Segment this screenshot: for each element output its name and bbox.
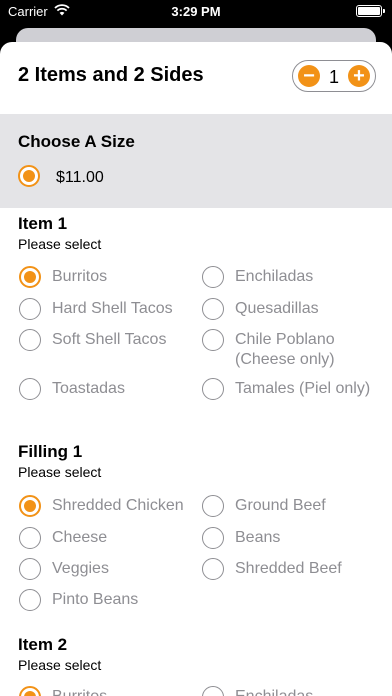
radio-icon[interactable] bbox=[19, 589, 41, 611]
radio-icon[interactable] bbox=[202, 378, 224, 400]
option-label: Quesadillas bbox=[235, 300, 319, 317]
radio-icon[interactable] bbox=[19, 378, 41, 400]
option-label: Hard Shell Tacos bbox=[52, 300, 173, 317]
filling1-title: Filling 1 bbox=[18, 442, 83, 461]
radio-selected-icon[interactable] bbox=[18, 165, 40, 187]
option-label: Tamales (Piel only) bbox=[235, 380, 371, 397]
radio-icon[interactable] bbox=[19, 329, 41, 351]
option-label: Shredded Beef bbox=[235, 560, 342, 577]
radio-icon[interactable] bbox=[202, 558, 224, 580]
radio-icon[interactable] bbox=[202, 266, 224, 288]
increment-button[interactable]: + bbox=[348, 65, 370, 87]
decrement-button[interactable]: − bbox=[298, 65, 320, 87]
radio-icon[interactable] bbox=[202, 298, 224, 320]
option-label: Pinto Beans bbox=[52, 591, 139, 608]
radio-selected-icon[interactable] bbox=[19, 686, 41, 696]
size-section: Choose A Size $11.00 bbox=[0, 114, 392, 208]
clock: 3:29 PM bbox=[171, 4, 221, 19]
item-sheet: 2 Items and 2 Sides − 1 + Choose A Size … bbox=[0, 42, 392, 696]
option-label: Burritos bbox=[52, 268, 108, 285]
option-label: Toastadas bbox=[52, 380, 125, 397]
radio-icon[interactable] bbox=[202, 495, 224, 517]
option-label: Veggies bbox=[52, 560, 109, 577]
option-label: Enchiladas bbox=[235, 687, 375, 696]
status-bar: Carrier 3:29 PM bbox=[0, 0, 392, 28]
option-label: Soft Shell Tacos bbox=[52, 331, 167, 348]
item2-title: Item 2 bbox=[18, 635, 68, 654]
item2-subtitle: Please select bbox=[18, 657, 102, 673]
radio-icon[interactable] bbox=[19, 558, 41, 580]
option-label: Enchiladas bbox=[235, 268, 314, 285]
option-label: Shredded Chicken bbox=[52, 497, 184, 514]
option-label: Cheese bbox=[52, 529, 108, 546]
option-label: Ground Beef bbox=[235, 497, 326, 514]
option-label: Burritos bbox=[52, 687, 192, 696]
item1-title: Item 1 bbox=[18, 214, 68, 233]
size-title: Choose A Size bbox=[18, 132, 135, 151]
battery-icon bbox=[356, 5, 385, 17]
radio-icon[interactable] bbox=[202, 329, 224, 351]
item1-subtitle: Please select bbox=[18, 236, 102, 252]
page-title: 2 Items and 2 Sides bbox=[18, 64, 204, 86]
quantity-stepper: − 1 + bbox=[292, 60, 376, 92]
radio-icon[interactable] bbox=[202, 686, 224, 696]
sheet-header: 2 Items and 2 Sides − 1 + bbox=[0, 42, 392, 114]
radio-selected-icon[interactable] bbox=[19, 266, 41, 288]
radio-icon[interactable] bbox=[19, 298, 41, 320]
size-price: $11.00 bbox=[56, 169, 104, 186]
radio-icon[interactable] bbox=[202, 527, 224, 549]
option-label: Chile Poblano (Cheese only) bbox=[235, 331, 335, 368]
radio-selected-icon[interactable] bbox=[19, 495, 41, 517]
radio-icon[interactable] bbox=[19, 527, 41, 549]
quantity-value: 1 bbox=[328, 67, 339, 87]
option-label: Beans bbox=[235, 529, 281, 546]
filling1-subtitle: Please select bbox=[18, 464, 102, 480]
